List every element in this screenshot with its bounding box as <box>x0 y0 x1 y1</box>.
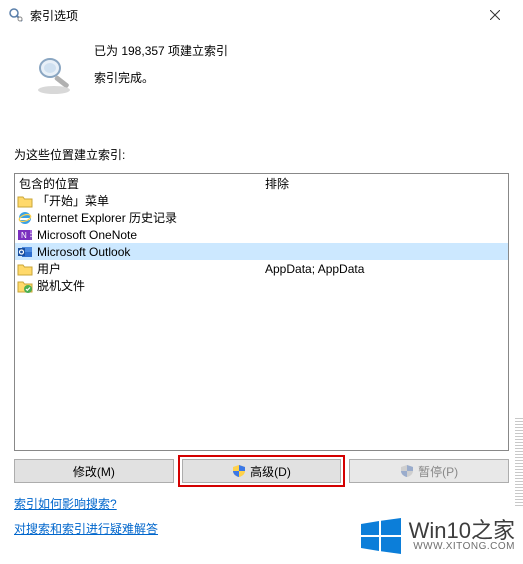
onenote-icon: N <box>17 227 33 243</box>
modify-button-label: 修改(M) <box>73 463 115 480</box>
help-link-how-indexing-affects-search[interactable]: 索引如何影响搜索? <box>14 495 117 512</box>
pause-button-label: 暂停(P) <box>418 463 458 480</box>
modify-button[interactable]: 修改(M) <box>14 459 174 483</box>
header-included-locations: 包含的位置 <box>15 175 261 192</box>
close-button[interactable] <box>475 0 515 30</box>
watermark: Win10之家 WWW.XITONG.COM <box>359 514 515 558</box>
table-row[interactable]: Microsoft Outlook <box>15 243 508 260</box>
items-indexed-label: 已为 198,357 项建立索引 <box>94 42 228 59</box>
decorative-scale <box>515 418 523 508</box>
table-row[interactable]: Internet Explorer 历史记录 <box>15 209 508 226</box>
advanced-button-label: 高级(D) <box>250 463 291 480</box>
windows-logo-icon <box>359 514 403 558</box>
folder-icon <box>17 193 33 209</box>
header-exclude: 排除 <box>261 175 508 192</box>
table-row[interactable]: N Microsoft OneNote <box>15 226 508 243</box>
window-title: 索引选项 <box>30 7 475 24</box>
watermark-title: Win10之家 <box>409 520 515 542</box>
table-row[interactable]: 脱机文件 <box>15 277 508 294</box>
folder-icon <box>17 261 33 277</box>
location-name: 脱机文件 <box>37 277 85 294</box>
titlebar: 索引选项 <box>0 0 523 30</box>
locations-listbox[interactable]: 包含的位置 排除 「开始」菜单Internet Explorer 历史记录 N Mi… <box>14 173 509 451</box>
location-name: 「开始」菜单 <box>37 192 109 209</box>
magnifier-icon <box>34 54 78 98</box>
pause-button: 暂停(P) <box>349 459 509 483</box>
locations-section-label: 为这些位置建立索引: <box>14 146 509 163</box>
close-icon <box>490 10 500 20</box>
indexing-options-icon <box>8 7 24 23</box>
location-name: 用户 <box>37 260 61 277</box>
ie-icon <box>17 210 33 226</box>
shield-icon <box>232 464 246 478</box>
status-area: 已为 198,357 项建立索引 索引完成。 <box>14 42 509 98</box>
location-name: Internet Explorer 历史记录 <box>37 209 177 226</box>
table-row[interactable]: 「开始」菜单 <box>15 192 508 209</box>
exclude-value: AppData; AppData <box>261 262 508 276</box>
offline-icon <box>17 278 33 294</box>
shield-icon <box>400 464 414 478</box>
index-complete-label: 索引完成。 <box>94 69 228 86</box>
location-name: Microsoft Outlook <box>37 245 130 259</box>
advanced-button[interactable]: 高级(D) <box>182 459 342 483</box>
table-row[interactable]: 用户 AppData; AppData <box>15 260 508 277</box>
help-link-troubleshoot-search-indexing[interactable]: 对搜索和索引进行疑难解答 <box>14 520 158 537</box>
list-header: 包含的位置 排除 <box>15 174 508 192</box>
watermark-url: WWW.XITONG.COM <box>409 542 515 552</box>
svg-text:N: N <box>21 231 27 240</box>
outlook-icon <box>17 244 33 260</box>
location-name: Microsoft OneNote <box>37 228 137 242</box>
